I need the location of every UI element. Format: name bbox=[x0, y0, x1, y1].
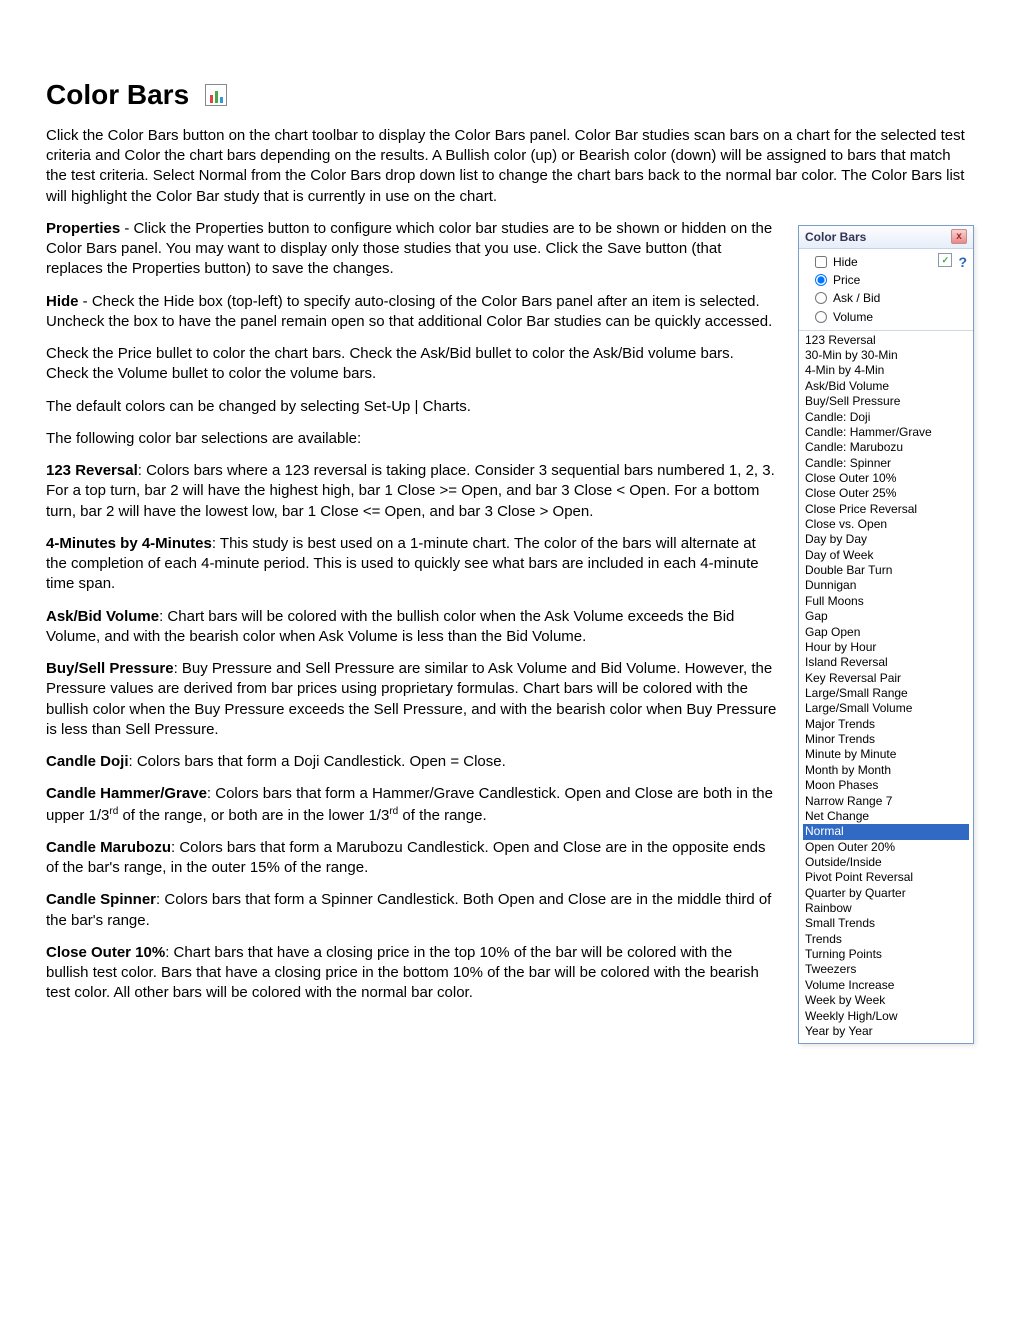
volume-label: Volume bbox=[833, 309, 873, 325]
ordinal-suffix: rd bbox=[389, 806, 398, 817]
list-item[interactable]: Candle: Marubozu bbox=[803, 440, 969, 455]
list-item[interactable]: Small Trends bbox=[803, 916, 969, 931]
desc-label: Candle Doji bbox=[46, 753, 129, 770]
desc-text: : Colors bars that form a Doji Candlesti… bbox=[129, 753, 506, 770]
list-item[interactable]: Year by Year bbox=[803, 1024, 969, 1039]
desc-spinner: Candle Spinner: Colors bars that form a … bbox=[46, 890, 778, 931]
desc-doji: Candle Doji: Colors bars that form a Doj… bbox=[46, 752, 778, 772]
price-paragraph: Check the Price bullet to color the char… bbox=[46, 344, 778, 385]
list-item[interactable]: Minute by Minute bbox=[803, 747, 969, 762]
properties-text: - Click the Properties button to configu… bbox=[46, 220, 772, 278]
list-item[interactable]: Close Price Reversal bbox=[803, 502, 969, 517]
desc-label: Close Outer 10% bbox=[46, 944, 165, 961]
list-item[interactable]: Outside/Inside bbox=[803, 855, 969, 870]
hide-text: - Check the Hide box (top-left) to speci… bbox=[46, 293, 772, 330]
color-bars-icon bbox=[205, 84, 227, 106]
desc-label: 123 Reversal bbox=[46, 462, 138, 479]
list-item[interactable]: Volume Increase bbox=[803, 978, 969, 993]
askbid-row[interactable]: Ask / Bid bbox=[815, 289, 967, 307]
list-item[interactable]: Normal bbox=[803, 824, 969, 839]
desc-hammer: Candle Hammer/Grave: Colors bars that fo… bbox=[46, 784, 778, 826]
desc-askbid: Ask/Bid Volume: Chart bars will be color… bbox=[46, 607, 778, 648]
list-item[interactable]: Ask/Bid Volume bbox=[803, 379, 969, 394]
properties-icon[interactable]: ✓ bbox=[938, 253, 952, 267]
list-item[interactable]: Candle: Doji bbox=[803, 410, 969, 425]
list-item[interactable]: Moon Phases bbox=[803, 778, 969, 793]
desc-close10: Close Outer 10%: Chart bars that have a … bbox=[46, 943, 778, 1004]
close-icon[interactable]: x bbox=[951, 229, 967, 244]
list-item[interactable]: Open Outer 20% bbox=[803, 840, 969, 855]
list-item[interactable]: Trends bbox=[803, 932, 969, 947]
ordinal-suffix: rd bbox=[109, 806, 118, 817]
desc-text: of the range. bbox=[398, 807, 486, 824]
list-item[interactable]: Close vs. Open bbox=[803, 517, 969, 532]
list-item[interactable]: Close Outer 25% bbox=[803, 486, 969, 501]
hide-label: Hide bbox=[833, 254, 858, 270]
intro-paragraph: Click the Color Bars button on the chart… bbox=[46, 126, 974, 207]
list-item[interactable]: Week by Week bbox=[803, 993, 969, 1008]
list-item[interactable]: Tweezers bbox=[803, 962, 969, 977]
price-row[interactable]: Price bbox=[815, 271, 967, 289]
hide-checkbox[interactable] bbox=[815, 256, 827, 268]
desc-label: Candle Hammer/Grave bbox=[46, 785, 207, 802]
desc-text: : Colors bars where a 123 reversal is ta… bbox=[46, 462, 775, 520]
list-item[interactable]: Full Moons bbox=[803, 594, 969, 609]
list-item[interactable]: Day of Week bbox=[803, 548, 969, 563]
help-icon[interactable]: ? bbox=[958, 253, 967, 272]
list-item[interactable]: 30-Min by 30-Min bbox=[803, 348, 969, 363]
list-item[interactable]: Pivot Point Reversal bbox=[803, 870, 969, 885]
list-item[interactable]: Major Trends bbox=[803, 717, 969, 732]
list-item[interactable]: Gap Open bbox=[803, 625, 969, 640]
price-label: Price bbox=[833, 272, 860, 288]
default-colors-paragraph: The default colors can be changed by sel… bbox=[46, 397, 778, 417]
askbid-label: Ask / Bid bbox=[833, 290, 880, 306]
desc-label: 4-Minutes by 4-Minutes bbox=[46, 535, 212, 552]
volume-radio[interactable] bbox=[815, 311, 827, 323]
desc-123-reversal: 123 Reversal: Colors bars where a 123 re… bbox=[46, 461, 778, 522]
hide-paragraph: Hide - Check the Hide box (top-left) to … bbox=[46, 292, 778, 333]
list-item[interactable]: Close Outer 10% bbox=[803, 471, 969, 486]
list-item[interactable]: Turning Points bbox=[803, 947, 969, 962]
desc-buysell: Buy/Sell Pressure: Buy Pressure and Sell… bbox=[46, 659, 778, 740]
desc-marubozu: Candle Marubozu: Colors bars that form a… bbox=[46, 838, 778, 879]
desc-label: Candle Marubozu bbox=[46, 839, 171, 856]
study-list[interactable]: 123 Reversal30-Min by 30-Min4-Min by 4-M… bbox=[799, 331, 973, 1044]
list-item[interactable]: Net Change bbox=[803, 809, 969, 824]
desc-text: of the range, or both are in the lower 1… bbox=[118, 807, 389, 824]
list-item[interactable]: Candle: Spinner bbox=[803, 456, 969, 471]
list-item[interactable]: Weekly High/Low bbox=[803, 1009, 969, 1024]
list-item[interactable]: Dunnigan bbox=[803, 578, 969, 593]
desc-label: Buy/Sell Pressure bbox=[46, 660, 174, 677]
list-item[interactable]: 4-Min by 4-Min bbox=[803, 363, 969, 378]
askbid-radio[interactable] bbox=[815, 292, 827, 304]
page-title: Color Bars bbox=[46, 76, 189, 114]
list-item[interactable]: Gap bbox=[803, 609, 969, 624]
hide-label: Hide bbox=[46, 293, 79, 310]
price-radio[interactable] bbox=[815, 274, 827, 286]
list-item[interactable]: Large/Small Volume bbox=[803, 701, 969, 716]
list-item[interactable]: Quarter by Quarter bbox=[803, 886, 969, 901]
list-item[interactable]: Buy/Sell Pressure bbox=[803, 394, 969, 409]
list-item[interactable]: Key Reversal Pair bbox=[803, 671, 969, 686]
list-item[interactable]: Large/Small Range bbox=[803, 686, 969, 701]
list-item[interactable]: Month by Month bbox=[803, 763, 969, 778]
list-item[interactable]: Candle: Hammer/Grave bbox=[803, 425, 969, 440]
properties-paragraph: Properties - Click the Properties button… bbox=[46, 219, 778, 280]
list-item[interactable]: Day by Day bbox=[803, 532, 969, 547]
color-bars-panel: Color Bars x ✓ ? Hide Price Ask / Bid Vo… bbox=[798, 225, 974, 1044]
list-item[interactable]: Hour by Hour bbox=[803, 640, 969, 655]
desc-label: Candle Spinner bbox=[46, 891, 156, 908]
list-item[interactable]: Minor Trends bbox=[803, 732, 969, 747]
panel-title-text: Color Bars bbox=[805, 229, 866, 245]
desc-label: Ask/Bid Volume bbox=[46, 608, 159, 625]
list-item[interactable]: Narrow Range 7 bbox=[803, 794, 969, 809]
list-item[interactable]: Island Reversal bbox=[803, 655, 969, 670]
desc-4min: 4-Minutes by 4-Minutes: This study is be… bbox=[46, 534, 778, 595]
volume-row[interactable]: Volume bbox=[815, 308, 967, 326]
list-item[interactable]: 123 Reversal bbox=[803, 333, 969, 348]
list-item[interactable]: Rainbow bbox=[803, 901, 969, 916]
list-item[interactable]: Double Bar Turn bbox=[803, 563, 969, 578]
properties-label: Properties bbox=[46, 220, 120, 237]
following-paragraph: The following color bar selections are a… bbox=[46, 429, 778, 449]
